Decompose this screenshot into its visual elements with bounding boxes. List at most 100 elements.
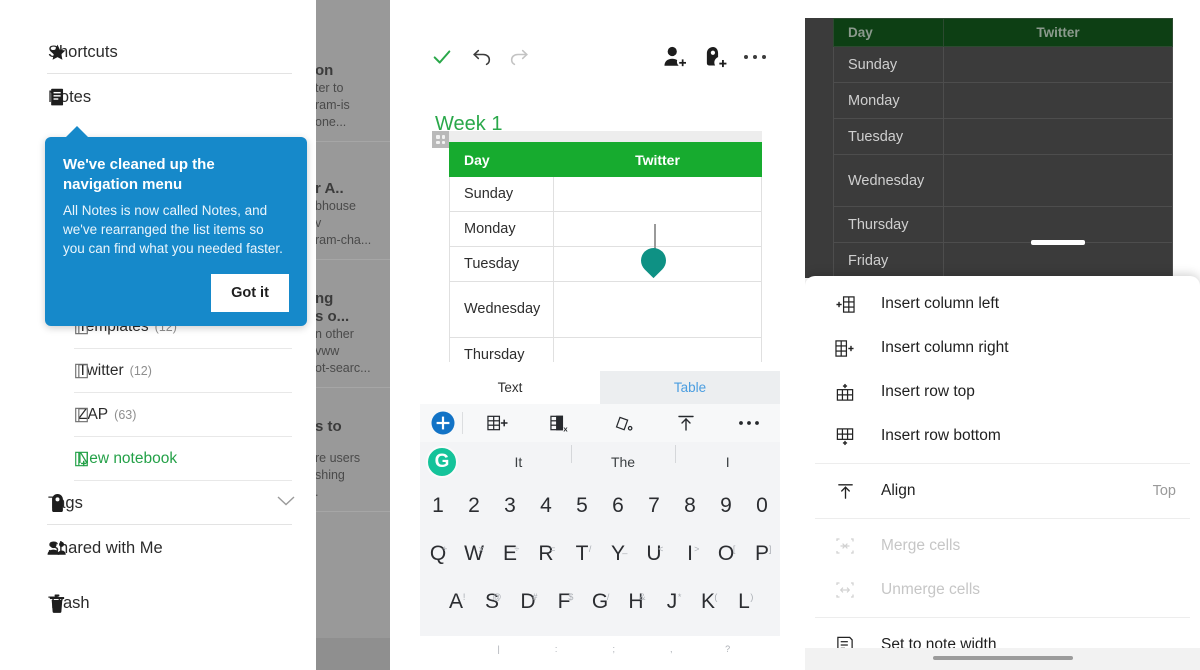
- key-7[interactable]: 7: [636, 494, 672, 518]
- key-s[interactable]: @ S: [474, 590, 510, 614]
- sidebar-item-shared-with-me[interactable]: Shared with Me: [0, 526, 316, 570]
- menu-item-label: Insert row top: [881, 383, 975, 400]
- sidebar-notebook-zap[interactable]: ZAP (63): [0, 393, 316, 437]
- grammarly-icon[interactable]: G: [426, 446, 458, 478]
- on-screen-keyboard: Text Table x G It The I 1 2 3 4 5 6 7 8 …: [420, 371, 780, 654]
- more-options-icon[interactable]: [717, 404, 780, 442]
- key-e[interactable]: ÷ E: [492, 542, 528, 566]
- home-indicator[interactable]: [932, 656, 1073, 660]
- column-resize-handle[interactable]: [1031, 240, 1085, 245]
- notebook-count: (63): [114, 408, 137, 422]
- key-8[interactable]: 8: [672, 494, 708, 518]
- key-y[interactable]: _ Y: [600, 542, 636, 566]
- key-d[interactable]: # D: [510, 590, 546, 614]
- menu-item-align[interactable]: Align Top: [805, 469, 1200, 513]
- divider: [47, 524, 292, 525]
- add-button[interactable]: [420, 404, 466, 442]
- navigation-drawer: Shortcuts Notes Templates (12) Twitter (…: [0, 0, 316, 670]
- table-cell[interactable]: Tuesday: [449, 246, 554, 282]
- menu-item-insert-row-top[interactable]: Insert row top: [805, 370, 1200, 414]
- key-j[interactable]: * J: [654, 590, 690, 614]
- notebook-icon: [74, 363, 90, 379]
- table-cell[interactable]: Monday: [449, 211, 554, 247]
- table-header-cell[interactable]: Day: [449, 142, 554, 177]
- key-label: G: [591, 590, 609, 613]
- menu-item-insert-column-left[interactable]: Insert column left: [805, 282, 1200, 326]
- add-tag-icon[interactable]: [698, 40, 732, 74]
- suggestion-item[interactable]: I: [675, 445, 780, 470]
- table-preview: Day Twitter Sunday Monday Tuesday Wednes…: [833, 18, 1173, 279]
- sidebar-notebook-twitter[interactable]: Twitter (12): [0, 349, 316, 393]
- key-alt: ]: [768, 544, 772, 554]
- table-row[interactable]: Wednesday: [449, 281, 762, 338]
- sidebar-item-notes[interactable]: Notes: [0, 75, 316, 119]
- key-q[interactable]: + Q: [420, 542, 456, 566]
- table-row[interactable]: Monday: [449, 211, 762, 247]
- key-9[interactable]: 9: [708, 494, 744, 518]
- key-r[interactable]: = R: [528, 542, 564, 566]
- sidebar-item-shortcuts[interactable]: Shortcuts: [0, 30, 316, 74]
- suggestion-item[interactable]: The: [570, 445, 676, 470]
- table-drag-handle-icon[interactable]: [432, 131, 449, 148]
- keyboard-tabs: Text Table: [420, 371, 780, 404]
- list-item: r A.. bhouse v ram-cha...: [315, 170, 390, 260]
- align-top-icon[interactable]: [654, 404, 717, 442]
- new-notebook-button[interactable]: New notebook: [0, 437, 316, 481]
- key-6[interactable]: 6: [600, 494, 636, 518]
- table-cell[interactable]: [553, 176, 762, 212]
- key-h[interactable]: & H: [618, 590, 654, 614]
- key-f[interactable]: $ F: [546, 590, 582, 614]
- table-cell: Thursday: [833, 206, 944, 243]
- key-alt: ,: [670, 644, 673, 654]
- key-4[interactable]: 4: [528, 494, 564, 518]
- table-cell[interactable]: [553, 211, 762, 247]
- key-u[interactable]: < U: [636, 542, 672, 566]
- key-o[interactable]: [O: [708, 542, 744, 566]
- key-0[interactable]: 0: [744, 494, 780, 518]
- keyboard-row-home: ! A @ S # D $ F / G & H * J (K ) L: [420, 578, 780, 626]
- table-cell[interactable]: Wednesday: [449, 281, 554, 338]
- tab-text[interactable]: Text: [420, 371, 600, 404]
- key-5[interactable]: 5: [564, 494, 600, 518]
- more-options-icon[interactable]: [738, 40, 772, 74]
- key-l[interactable]: ) L: [726, 590, 762, 614]
- sidebar-item-trash[interactable]: Trash: [0, 581, 316, 625]
- key-a[interactable]: ! A: [438, 590, 474, 614]
- paint-bucket-icon[interactable]: [592, 404, 655, 442]
- table-header-cell[interactable]: Twitter: [553, 142, 762, 177]
- key-t[interactable]: / T: [564, 542, 600, 566]
- confirm-check-icon[interactable]: [425, 40, 459, 74]
- got-it-button[interactable]: Got it: [211, 274, 289, 312]
- note-snippet: .: [315, 485, 319, 499]
- key-w[interactable]: xW: [456, 542, 492, 566]
- delete-column-icon[interactable]: x: [529, 404, 592, 442]
- key-p[interactable]: ] P: [744, 542, 780, 566]
- key-k[interactable]: (K: [690, 590, 726, 614]
- key-alt: ÷: [514, 544, 520, 554]
- insert-row-top-icon: [833, 380, 857, 404]
- table-row[interactable]: Tuesday: [449, 246, 762, 282]
- svg-text:x: x: [563, 425, 568, 433]
- key-g[interactable]: / G: [582, 590, 618, 614]
- add-person-icon[interactable]: [658, 40, 692, 74]
- note-snippet: re users: [315, 451, 361, 465]
- table-header-row: Day Twitter: [449, 142, 762, 177]
- table-row[interactable]: Sunday: [449, 176, 762, 212]
- menu-item-insert-row-bottom[interactable]: Insert row bottom: [805, 414, 1200, 458]
- key-2[interactable]: 2: [456, 494, 492, 518]
- note-snippet: bhouse: [315, 199, 357, 213]
- align-top-icon: [833, 479, 857, 503]
- insert-column-icon[interactable]: [466, 404, 529, 442]
- menu-item-insert-column-right[interactable]: Insert column right: [805, 326, 1200, 370]
- tab-table[interactable]: Table: [600, 371, 780, 404]
- key-i[interactable]: > I: [672, 542, 708, 566]
- table-cell: Friday: [833, 242, 944, 279]
- chevron-down-icon[interactable]: [276, 494, 296, 512]
- key-1[interactable]: 1: [420, 494, 456, 518]
- table-cell[interactable]: Sunday: [449, 176, 554, 212]
- key-3[interactable]: 3: [492, 494, 528, 518]
- undo-icon[interactable]: [465, 40, 499, 74]
- sidebar-item-tags[interactable]: Tags: [0, 481, 316, 525]
- suggestion-item[interactable]: It: [466, 454, 571, 470]
- table-cell[interactable]: [553, 281, 762, 338]
